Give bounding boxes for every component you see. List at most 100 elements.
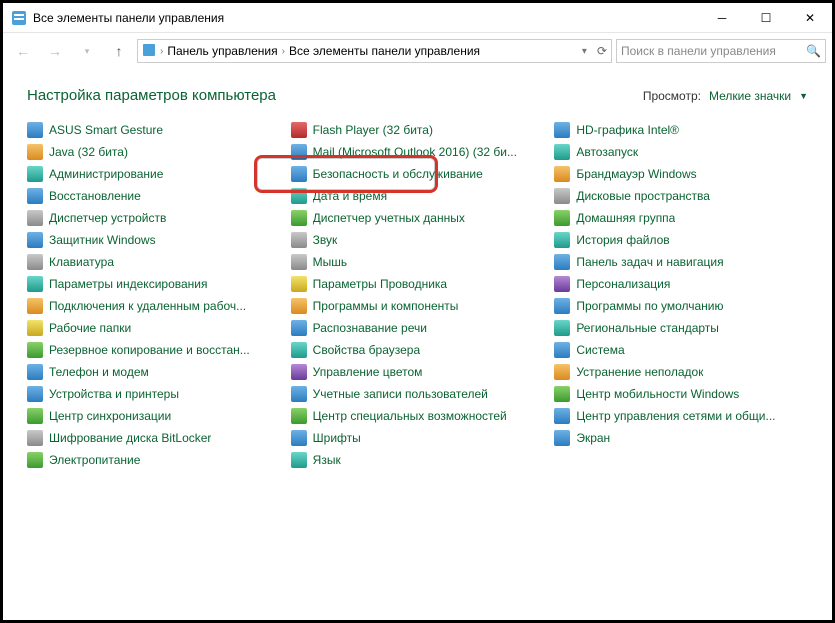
control-panel-item[interactable]: Центр специальных возможностей: [291, 408, 545, 424]
item-icon: [291, 166, 307, 182]
maximize-button[interactable]: ☐: [744, 3, 788, 33]
view-selector[interactable]: Просмотр: Мелкие значки ▼: [643, 89, 808, 103]
item-label: Экран: [576, 431, 610, 445]
control-panel-item[interactable]: Телефон и модем: [27, 364, 281, 380]
item-label: Автозапуск: [576, 145, 638, 159]
control-panel-item[interactable]: Домашняя группа: [554, 210, 808, 226]
control-panel-item[interactable]: Программы по умолчанию: [554, 298, 808, 314]
control-panel-item[interactable]: Мышь: [291, 254, 545, 270]
control-panel-item[interactable]: Mail (Microsoft Outlook 2016) (32 би...: [291, 144, 545, 160]
search-input[interactable]: Поиск в панели управления 🔍: [616, 39, 826, 63]
item-label: Клавиатура: [49, 255, 114, 269]
control-panel-item[interactable]: Свойства браузера: [291, 342, 545, 358]
close-button[interactable]: ✕: [788, 3, 832, 33]
chevron-down-icon[interactable]: ▾: [582, 46, 587, 57]
control-panel-item[interactable]: Рабочие папки: [27, 320, 281, 336]
crumb-control-panel[interactable]: Панель управления: [167, 44, 277, 58]
control-panel-item[interactable]: Клавиатура: [27, 254, 281, 270]
control-panel-item[interactable]: История файлов: [554, 232, 808, 248]
chevron-down-icon: ▼: [799, 91, 808, 101]
item-icon: [27, 276, 43, 292]
item-label: Центр управления сетями и общи...: [576, 409, 775, 423]
control-panel-item[interactable]: Параметры Проводника: [291, 276, 545, 292]
item-icon: [554, 408, 570, 424]
control-panel-item[interactable]: Распознавание речи: [291, 320, 545, 336]
back-button[interactable]: ←: [9, 37, 37, 65]
crumb-all-items[interactable]: Все элементы панели управления: [289, 44, 480, 58]
control-panel-item[interactable]: HD-графика Intel®: [554, 122, 808, 138]
control-panel-item[interactable]: Персонализация: [554, 276, 808, 292]
control-panel-item[interactable]: Устранение неполадок: [554, 364, 808, 380]
up-button[interactable]: ↑: [105, 37, 133, 65]
item-icon: [27, 342, 43, 358]
control-panel-item[interactable]: Центр синхронизации: [27, 408, 281, 424]
control-panel-item[interactable]: Центр управления сетями и общи...: [554, 408, 808, 424]
control-panel-item[interactable]: Учетные записи пользователей: [291, 386, 545, 402]
item-label: Панель задач и навигация: [576, 255, 723, 269]
forward-button[interactable]: →: [41, 37, 69, 65]
control-panel-item[interactable]: Дата и время: [291, 188, 545, 204]
refresh-icon[interactable]: ⟳: [597, 44, 607, 58]
item-label: Защитник Windows: [49, 233, 156, 247]
control-panel-item[interactable]: Брандмауэр Windows: [554, 166, 808, 182]
item-icon: [554, 320, 570, 336]
item-icon: [291, 210, 307, 226]
control-panel-item[interactable]: Управление цветом: [291, 364, 545, 380]
item-label: Центр специальных возможностей: [313, 409, 507, 423]
item-label: Восстановление: [49, 189, 141, 203]
item-icon: [27, 408, 43, 424]
control-panel-item[interactable]: Защитник Windows: [27, 232, 281, 248]
address-bar[interactable]: › Панель управления › Все элементы панел…: [137, 39, 612, 63]
item-icon: [291, 144, 307, 160]
control-panel-item[interactable]: Восстановление: [27, 188, 281, 204]
item-icon: [554, 188, 570, 204]
item-label: Параметры Проводника: [313, 277, 447, 291]
item-label: Учетные записи пользователей: [313, 387, 488, 401]
control-panel-item[interactable]: ASUS Smart Gesture: [27, 122, 281, 138]
control-panel-item[interactable]: Электропитание: [27, 452, 281, 468]
history-dropdown[interactable]: ▾: [73, 37, 101, 65]
item-icon: [291, 408, 307, 424]
control-panel-item[interactable]: Автозапуск: [554, 144, 808, 160]
item-icon: [291, 122, 307, 138]
control-panel-item[interactable]: Параметры индексирования: [27, 276, 281, 292]
item-icon: [27, 210, 43, 226]
item-icon: [554, 144, 570, 160]
control-panel-item[interactable]: Диспетчер устройств: [27, 210, 281, 226]
control-panel-item[interactable]: Администрирование: [27, 166, 281, 182]
page-title: Настройка параметров компьютера: [27, 87, 643, 104]
item-label: Резервное копирование и восстан...: [49, 343, 250, 357]
control-panel-item[interactable]: Java (32 бита): [27, 144, 281, 160]
item-label: Рабочие папки: [49, 321, 131, 335]
control-panel-item[interactable]: Диспетчер учетных данных: [291, 210, 545, 226]
item-icon: [27, 188, 43, 204]
item-label: Свойства браузера: [313, 343, 421, 357]
control-panel-item[interactable]: Звук: [291, 232, 545, 248]
control-panel-item[interactable]: Система: [554, 342, 808, 358]
item-label: Региональные стандарты: [576, 321, 719, 335]
control-panel-item[interactable]: Панель задач и навигация: [554, 254, 808, 270]
item-label: Дата и время: [313, 189, 387, 203]
item-label: Администрирование: [49, 167, 163, 181]
control-panel-item[interactable]: Подключения к удаленным рабоч...: [27, 298, 281, 314]
control-panel-item[interactable]: Программы и компоненты: [291, 298, 545, 314]
control-panel-item[interactable]: Центр мобильности Windows: [554, 386, 808, 402]
control-panel-item[interactable]: Устройства и принтеры: [27, 386, 281, 402]
control-panel-item[interactable]: Резервное копирование и восстан...: [27, 342, 281, 358]
item-label: Java (32 бита): [49, 145, 128, 159]
control-panel-item[interactable]: Язык: [291, 452, 545, 468]
control-panel-item[interactable]: Шифрование диска BitLocker: [27, 430, 281, 446]
item-icon: [27, 166, 43, 182]
minimize-button[interactable]: ─: [700, 3, 744, 33]
item-icon: [554, 342, 570, 358]
item-icon: [291, 320, 307, 336]
control-panel-item[interactable]: Экран: [554, 430, 808, 446]
control-panel-item[interactable]: Шрифты: [291, 430, 545, 446]
control-panel-item[interactable]: Безопасность и обслуживание: [291, 166, 545, 182]
control-panel-item[interactable]: Flash Player (32 бита): [291, 122, 545, 138]
item-label: Система: [576, 343, 624, 357]
control-panel-item[interactable]: Региональные стандарты: [554, 320, 808, 336]
control-panel-item[interactable]: Дисковые пространства: [554, 188, 808, 204]
item-label: Дисковые пространства: [576, 189, 710, 203]
item-icon: [554, 232, 570, 248]
